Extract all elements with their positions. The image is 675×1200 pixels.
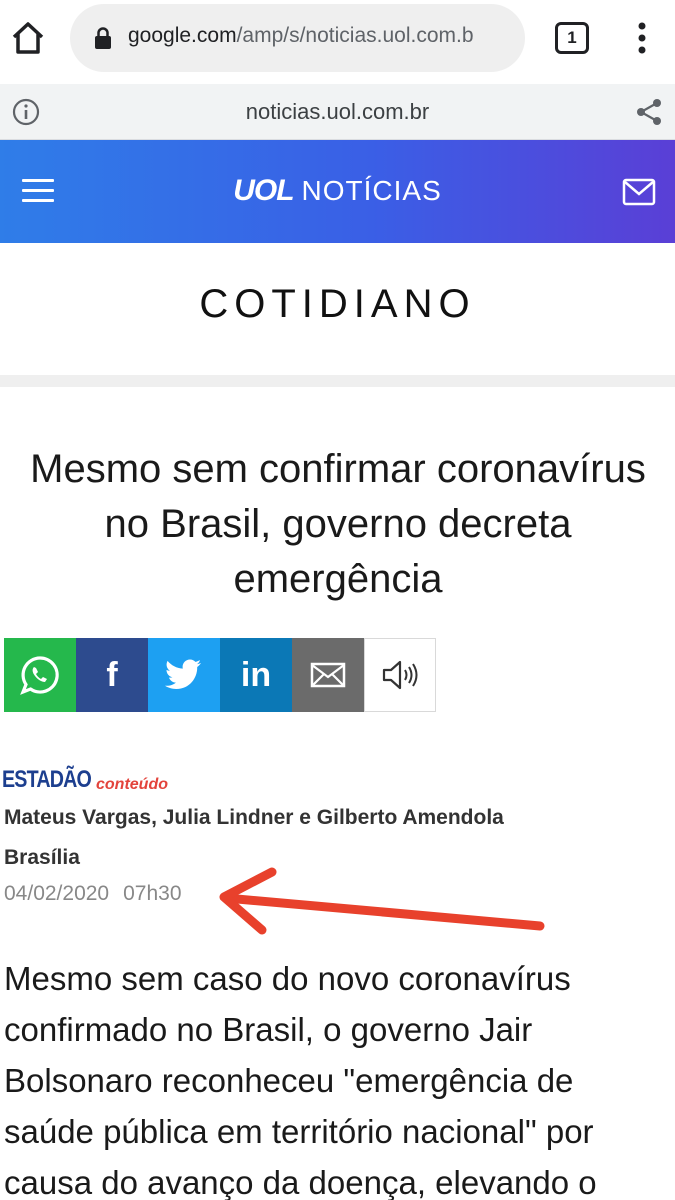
lock-icon — [95, 27, 111, 49]
share-whatsapp-button[interactable] — [4, 638, 76, 712]
red-arrow-icon — [219, 867, 545, 935]
tab-switcher-button[interactable]: 1 — [555, 22, 589, 54]
whatsapp-icon — [20, 656, 59, 695]
uol-logo-text: UOL — [233, 174, 294, 207]
article-body: Mesmo sem caso do novo coronavírus confi… — [4, 960, 597, 1200]
twitter-icon — [165, 659, 201, 689]
content-source: ESTADÃO conteúdo — [2, 766, 168, 796]
url-text: google.com/amp/s/noticias.uol.com.b — [128, 24, 518, 48]
article-location: Brasília — [4, 846, 80, 869]
home-icon — [12, 22, 44, 54]
address-bar[interactable]: google.com/amp/s/noticias.uol.com.b — [70, 4, 525, 72]
section-divider — [0, 375, 675, 387]
article-authors: Mateus Vargas, Julia Lindner e Gilberto … — [4, 806, 504, 829]
share-twitter-button[interactable] — [148, 638, 220, 712]
estadao-logo: ESTADÃO — [2, 766, 92, 793]
mail-icon[interactable] — [622, 178, 656, 206]
article-headline: Mesmo sem confirmar coronavírus no Brasi… — [30, 447, 646, 601]
speaker-icon — [382, 660, 418, 690]
browser-toolbar: google.com/amp/s/noticias.uol.com.b 1 — [0, 0, 675, 84]
article-date: 04/02/2020 — [4, 882, 110, 905]
home-button[interactable] — [8, 18, 48, 58]
article-datetime: 04/02/2020 07h30 — [4, 882, 182, 906]
article-time: 07h30 — [123, 882, 182, 905]
share-bar: f in — [4, 638, 436, 712]
share-email-button[interactable] — [292, 638, 364, 712]
section-title: COTIDIANO — [199, 282, 476, 326]
overflow-menu-button[interactable] — [628, 18, 656, 58]
url-host: google.com — [128, 24, 237, 47]
url-path: /amp/s/noticias.uol.com.b — [236, 24, 474, 47]
listen-audio-button[interactable] — [364, 638, 436, 712]
amp-header-bar: noticias.uol.com.br — [0, 84, 675, 140]
linkedin-icon: in — [240, 655, 272, 694]
facebook-icon: f — [106, 655, 118, 694]
uol-section-text: NOTÍCIAS — [301, 175, 442, 206]
share-facebook-button[interactable]: f — [76, 638, 148, 712]
share-linkedin-button[interactable]: in — [220, 638, 292, 712]
amp-domain-label: noticias.uol.com.br — [245, 99, 430, 124]
site-logo[interactable]: UOL NOTÍCIAS — [0, 174, 675, 208]
overflow-menu-icon — [638, 22, 646, 54]
share-icon[interactable] — [634, 97, 664, 127]
email-icon — [310, 662, 346, 688]
conteudo-label: conteúdo — [96, 776, 168, 793]
site-header: UOL NOTÍCIAS — [0, 140, 675, 243]
